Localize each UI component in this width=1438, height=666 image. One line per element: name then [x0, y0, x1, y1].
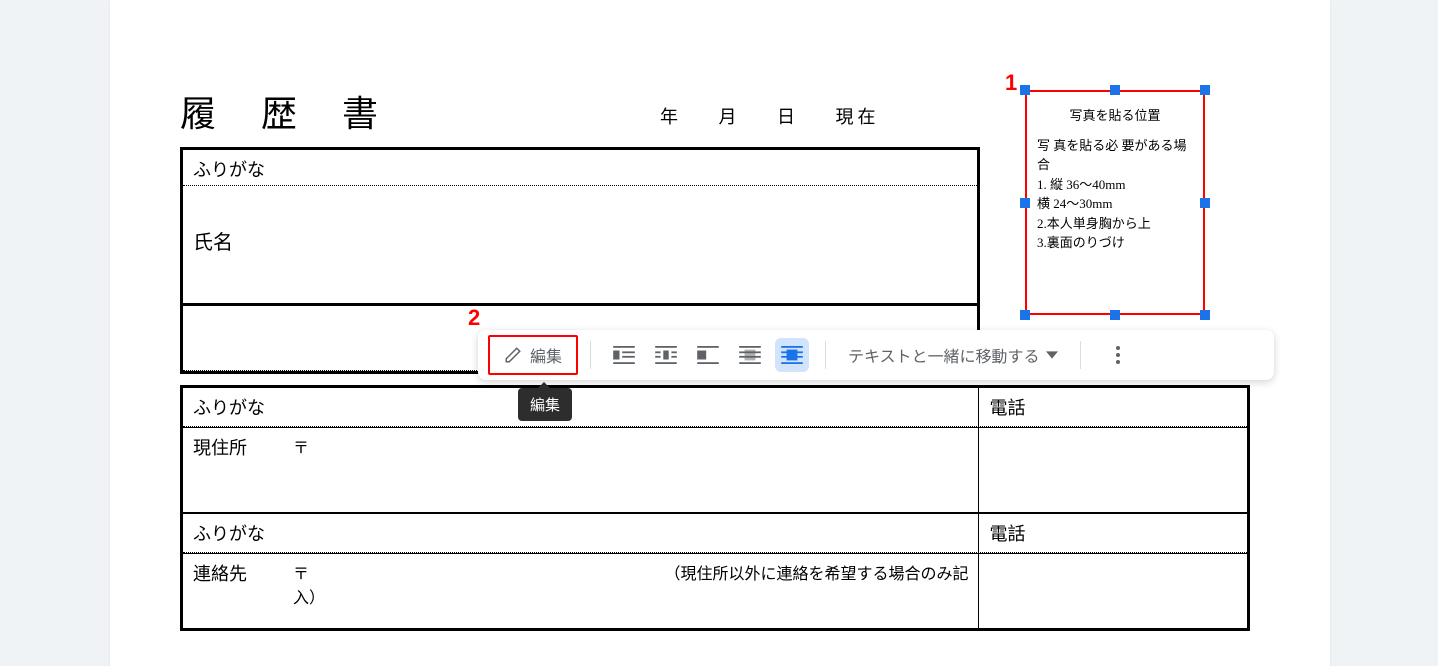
contact-cell: 連絡先 〒入） （現住所以外に連絡を希望する場合のみ記: [183, 554, 978, 628]
resize-handle-top-right[interactable]: [1200, 85, 1210, 95]
edit-button-label: 編集: [530, 343, 562, 367]
toolbar-separator-2: [825, 341, 826, 369]
resize-handle-top-middle[interactable]: [1110, 85, 1120, 95]
resize-handle-middle-right[interactable]: [1200, 198, 1210, 208]
date-year: 年: [660, 107, 682, 127]
annotation-marker-1: 1: [1005, 70, 1017, 96]
contact-label: 連絡先: [193, 560, 247, 622]
tel-cell-2: 電話: [978, 388, 1247, 426]
wrap-inline-icon: [613, 346, 635, 364]
contact-row: 連絡先 〒入） （現住所以外に連絡を希望する場合のみ記: [183, 553, 1247, 628]
image-options-toolbar: 編集 テキストと一緒に移動する: [478, 330, 1274, 380]
photo-line-0: 写 真を貼る必 要がある場合: [1033, 136, 1197, 175]
edit-tooltip: 編集: [518, 388, 572, 421]
address-furigana-row: ふりがな 電話: [183, 385, 1247, 427]
tel-empty-3: [978, 554, 1247, 628]
wrap-front-icon: [781, 346, 803, 364]
wrap-behind-icon: [739, 346, 761, 364]
resize-handle-bottom-right[interactable]: [1200, 310, 1210, 320]
address-cell: 現住所 〒: [183, 428, 978, 512]
resume-address-table: ふりがな 電話 現住所 〒 ふりがな 電話 連絡先 〒入） （現住所以外に連絡を…: [180, 385, 1250, 631]
name-row: 氏名: [183, 186, 977, 306]
resize-handle-top-left[interactable]: [1020, 85, 1030, 95]
current-address-row: 現住所 〒: [183, 427, 1247, 513]
toolbar-separator-1: [590, 341, 591, 369]
photo-placeholder-selected[interactable]: 写真を貼る位置 写 真を貼る必 要がある場合 1. 縦 36〜40mm 横 24…: [1025, 90, 1205, 315]
wrap-break-icon: [697, 346, 719, 364]
wrap-inline-button[interactable]: [607, 338, 641, 372]
wrap-text-button[interactable]: [649, 338, 683, 372]
photo-placeholder-content: 写真を貼る位置 写 真を貼る必 要がある場合 1. 縦 36〜40mm 横 24…: [1025, 90, 1205, 315]
contact-note: （現住所以外に連絡を希望する場合のみ記: [664, 560, 968, 622]
toolbar-separator-3: [1080, 341, 1081, 369]
furigana-cell-2: ふりがな: [183, 388, 978, 426]
wrap-behind-button[interactable]: [733, 338, 767, 372]
name-label: 氏名: [193, 226, 233, 255]
date-current: 現在: [836, 107, 880, 127]
wrap-mode-label[interactable]: テキストと一緒に移動する: [848, 343, 1040, 367]
photo-line-3: 2.本人単身胸から上: [1033, 214, 1197, 234]
tel-empty-2: [978, 428, 1247, 512]
more-options-button[interactable]: [1101, 338, 1135, 372]
resize-handle-bottom-middle[interactable]: [1110, 310, 1120, 320]
date-month: 月: [719, 107, 741, 127]
furigana-row-1: ふりがな: [183, 150, 977, 186]
wrap-front-button[interactable]: [775, 338, 809, 372]
more-vertical-icon: [1116, 346, 1120, 364]
photo-title: 写真を貼る位置: [1033, 106, 1197, 126]
resize-handle-middle-left[interactable]: [1020, 198, 1030, 208]
photo-line-2: 横 24〜30mm: [1033, 194, 1197, 214]
annotation-marker-2: 2: [468, 305, 480, 331]
wrap-break-button[interactable]: [691, 338, 725, 372]
date-row: 年 月 日 現在: [660, 103, 908, 129]
date-day: 日: [777, 107, 799, 127]
chevron-down-icon[interactable]: [1046, 349, 1058, 361]
pencil-icon: [504, 346, 522, 364]
furigana-cell-3: ふりがな: [183, 514, 978, 552]
photo-line-1: 1. 縦 36〜40mm: [1033, 175, 1197, 195]
address-label: 現住所: [193, 434, 247, 506]
postal-mark-1: 〒: [293, 434, 309, 506]
tel-cell-3: 電話: [978, 514, 1247, 552]
resize-handle-bottom-left[interactable]: [1020, 310, 1030, 320]
postal-mark-2: 〒入）: [293, 560, 325, 622]
photo-line-4: 3.裏面のりづけ: [1033, 233, 1197, 253]
edit-button[interactable]: 編集: [488, 335, 578, 375]
wrap-text-icon: [655, 346, 677, 364]
contact-furigana-row: ふりがな 電話: [183, 513, 1247, 553]
